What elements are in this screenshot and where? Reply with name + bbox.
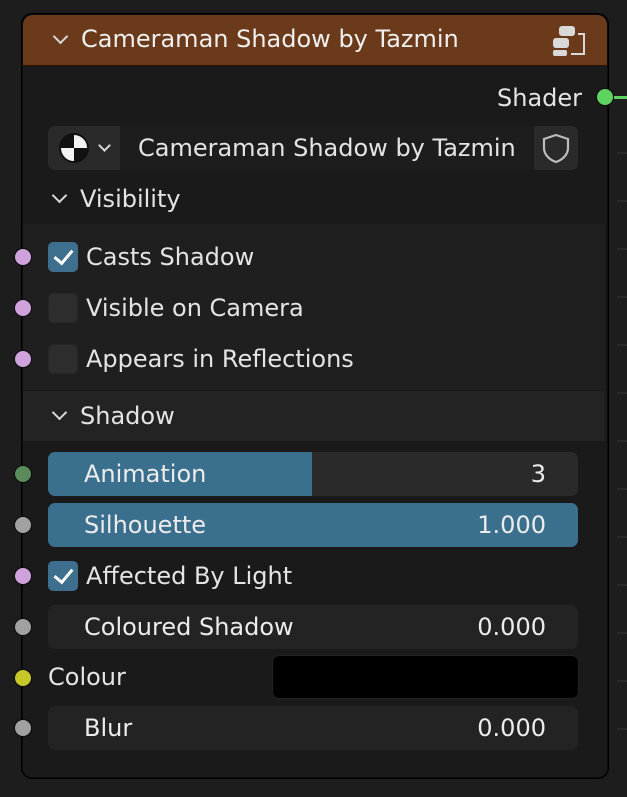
coloured-shadow-field[interactable]: Coloured Shadow 0.000 [48,605,578,649]
blur-value: 0.000 [477,714,546,742]
affected-by-light-socket[interactable] [14,567,32,585]
appears-in-reflections-label: Appears in Reflections [86,345,354,373]
silhouette-slider[interactable]: Silhouette 1.000 [48,503,578,547]
node-title: Cameraman Shadow by Tazmin [81,25,459,53]
colour-swatch[interactable] [272,655,579,699]
visible-on-camera-socket[interactable] [14,299,32,317]
affected-by-light-checkbox[interactable] [48,561,78,591]
datablock-name-field[interactable]: Cameraman Shadow by Tazmin [120,126,532,170]
node-group-icon[interactable] [551,24,587,58]
output-shader-socket[interactable] [596,88,614,106]
shield-icon [540,132,572,168]
shader-link-wire [614,96,627,99]
collapse-chevron-icon[interactable] [52,28,69,45]
animation-label: Animation [84,460,207,488]
output-shader-label: Shader [497,84,583,112]
datablock-selector[interactable]: Cameraman Shadow by Tazmin [48,126,578,170]
canvas-edge-ticks [611,0,627,797]
casts-shadow-label: Casts Shadow [86,243,255,271]
blur-field[interactable]: Blur 0.000 [48,706,578,750]
casts-shadow-checkbox[interactable] [48,242,78,272]
appears-in-reflections-checkbox[interactable] [48,344,78,374]
node-header[interactable]: Cameraman Shadow by Tazmin [23,15,607,66]
blur-label: Blur [84,714,133,742]
visible-on-camera-checkbox[interactable] [48,293,78,323]
shadow-panel-title[interactable]: Shadow [80,402,175,430]
animation-slider[interactable]: Animation 3 [48,452,578,496]
colour-label: Colour [48,663,126,691]
animation-socket[interactable] [14,465,32,483]
coloured-shadow-label: Coloured Shadow [84,613,294,641]
silhouette-label: Silhouette [84,511,207,539]
visibility-panel-title[interactable]: Visibility [80,185,181,213]
fake-user-button[interactable] [534,126,578,170]
blur-socket[interactable] [14,719,32,737]
datablock-type-button[interactable] [48,126,120,170]
colour-socket[interactable] [14,669,32,687]
appears-in-reflections-socket[interactable] [14,350,32,368]
chevron-down-icon [98,139,111,152]
silhouette-socket[interactable] [14,516,32,534]
datablock-name: Cameraman Shadow by Tazmin [138,134,516,162]
coloured-shadow-value: 0.000 [477,613,546,641]
node-tree-icon [58,132,90,168]
visible-on-camera-label: Visible on Camera [86,294,304,322]
silhouette-value: 1.000 [477,511,546,539]
coloured-shadow-socket[interactable] [14,618,32,636]
affected-by-light-label: Affected By Light [86,562,293,590]
casts-shadow-socket[interactable] [14,248,32,266]
animation-value: 3 [530,460,546,488]
